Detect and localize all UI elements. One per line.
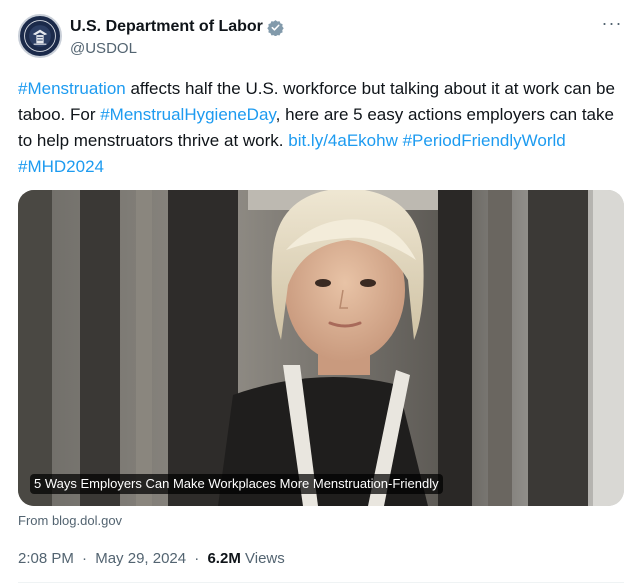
- tweet-meta: 2:08 PM · May 29, 2024 · 6.2M Views: [18, 549, 285, 569]
- meta-separator: ·: [82, 550, 88, 567]
- author-name[interactable]: U.S. Department of Labor: [70, 17, 284, 37]
- tweet-link[interactable]: #MHD2024: [18, 157, 104, 176]
- author-name-text: U.S. Department of Labor: [70, 18, 263, 35]
- more-options-icon[interactable]: ···: [600, 14, 624, 38]
- tweet-link[interactable]: #MenstrualHygieneDay: [100, 105, 275, 124]
- meta-separator-2: ·: [194, 550, 200, 567]
- tweet-text: #Menstruation affects half the U.S. work…: [18, 76, 624, 180]
- tweet-link[interactable]: #Menstruation: [18, 79, 126, 98]
- card-source[interactable]: From blog.dol.gov: [18, 513, 122, 529]
- dol-seal-icon: [20, 16, 60, 56]
- tweet-time[interactable]: 2:08 PM: [18, 550, 74, 567]
- tweet-header: U.S. Department of Labor @USDOL ···: [18, 14, 624, 60]
- views-label: Views: [245, 550, 285, 567]
- views-count[interactable]: 6.2M: [207, 550, 240, 567]
- link-card[interactable]: 5 Ways Employers Can Make Workplaces Mor…: [18, 190, 624, 506]
- card-title: 5 Ways Employers Can Make Workplaces Mor…: [30, 474, 443, 494]
- tweet-date[interactable]: May 29, 2024: [95, 550, 186, 567]
- divider: [18, 582, 624, 583]
- avatar[interactable]: [18, 14, 62, 58]
- verified-badge-icon: [267, 19, 284, 36]
- author-handle[interactable]: @USDOL: [70, 39, 284, 59]
- tweet-link[interactable]: bit.ly/4aEkohw: [288, 131, 398, 150]
- tweet-link[interactable]: #PeriodFriendlyWorld: [403, 131, 566, 150]
- card-image: [18, 190, 624, 506]
